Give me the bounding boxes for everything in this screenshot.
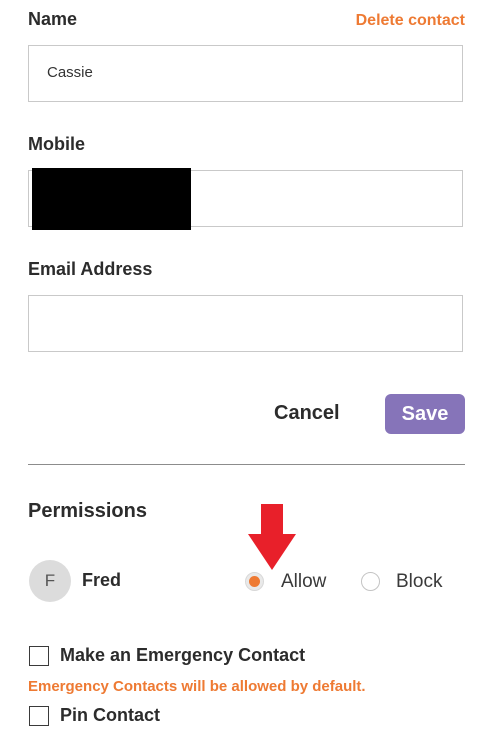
- permissions-heading: Permissions: [28, 500, 147, 522]
- redaction-block: [32, 168, 191, 230]
- contact-user-name: Fred: [82, 570, 122, 590]
- allow-radio[interactable]: [245, 572, 264, 591]
- emergency-contact-note: Emergency Contacts will be allowed by de…: [28, 678, 366, 695]
- delete-contact-link[interactable]: Delete contact: [356, 12, 465, 30]
- email-label: Email Address: [28, 259, 153, 279]
- block-radio[interactable]: [361, 572, 380, 591]
- name-label: Name: [28, 9, 78, 29]
- name-field-value: Cassie: [47, 64, 93, 81]
- annotation-arrow-icon: [248, 504, 296, 570]
- email-field[interactable]: [28, 295, 463, 352]
- section-divider: [28, 464, 465, 465]
- emergency-contact-checkbox[interactable]: [29, 646, 49, 666]
- allow-label[interactable]: Allow: [281, 571, 326, 593]
- name-field[interactable]: Cassie: [28, 45, 463, 102]
- radio-selected-dot: [249, 576, 260, 587]
- mobile-label: Mobile: [28, 134, 85, 154]
- block-label[interactable]: Block: [396, 571, 442, 593]
- avatar: F: [29, 560, 71, 602]
- save-button[interactable]: Save: [385, 394, 465, 434]
- cancel-button[interactable]: Cancel: [274, 402, 340, 425]
- emergency-contact-label[interactable]: Make an Emergency Contact: [60, 645, 305, 666]
- pin-contact-checkbox[interactable]: [29, 706, 49, 726]
- pin-contact-label[interactable]: Pin Contact: [60, 705, 160, 726]
